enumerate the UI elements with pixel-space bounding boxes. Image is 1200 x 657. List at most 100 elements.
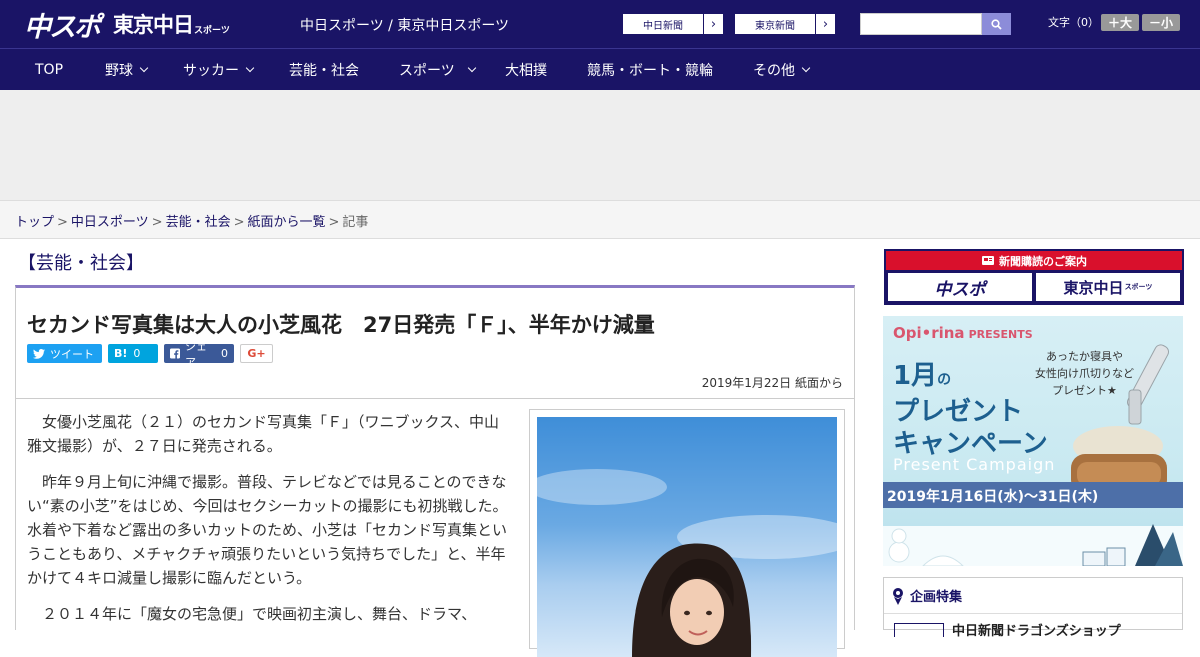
winter-scene-illustration: [888, 524, 1183, 566]
campaign-brand: Opi•rina PRESENTS: [893, 324, 1033, 342]
portrait-illustration: [537, 469, 837, 657]
campaign-headline: 1月の プレゼント キャンペーン: [893, 360, 1048, 460]
tokyo-chunichi-logo: 東京中日: [113, 13, 194, 37]
chuspo-logo: 中スポ: [24, 11, 101, 43]
tweet-label: ツイート: [50, 347, 94, 361]
chevron-right-icon: ›: [703, 14, 723, 34]
article-paragraph: 昨年９月上旬に沖縄で撮影。普段、テレビなどでは見ることのできない“素の小芝”をは…: [27, 473, 508, 587]
twitter-icon: [33, 348, 45, 359]
nail-clipper-icon: [1127, 344, 1169, 425]
nav-item-entertainment[interactable]: 芸能・社会: [289, 49, 359, 91]
breadcrumb-separator: >: [328, 215, 340, 230]
nav-item-soccer[interactable]: サッカー: [183, 49, 255, 91]
nav-item-label: 競馬・ボート・競輪: [587, 63, 713, 79]
facebook-label: シェア: [185, 339, 207, 369]
subscribe-tokyo-chunichi-sub: スポーツ: [1124, 283, 1153, 291]
nav-item-label: 野球: [105, 63, 133, 79]
subscription-heading-label: 新聞購読のご案内: [999, 254, 1087, 268]
article-paragraph: ２０１４年に「魔女の宅急便」で映画初主演し、舞台、ドラマ、: [27, 605, 477, 623]
feature-heading: 企画特集: [884, 578, 1182, 614]
tweet-button[interactable]: ツイート: [27, 344, 102, 363]
article-date: 2019年1月22日 紙面から: [701, 376, 843, 390]
campaign-brand-suffix: PRESENTS: [968, 328, 1033, 341]
hatena-count: 0: [133, 347, 141, 360]
font-bigger-button[interactable]: ＋大: [1101, 14, 1139, 31]
subscription-box[interactable]: 新聞購読のご案内 中スポ 東京中日 スポーツ: [884, 249, 1184, 305]
search-icon: [991, 18, 1002, 30]
article-body: 女優小芝風花（２１）のセカンド写真集「Ｆ」（ワニブックス、中山雅文撮影）が、２７…: [15, 399, 855, 657]
nav-item-baseball[interactable]: 野球: [105, 49, 149, 91]
ribbon-icon: [893, 587, 903, 605]
search-input[interactable]: [860, 13, 982, 35]
chevron-down-icon: [139, 63, 149, 73]
facebook-share-button[interactable]: シェア 0: [164, 340, 234, 369]
hatena-bookmark-button[interactable]: B! 0: [108, 344, 158, 363]
article-title: セカンド写真集は大人の小芝風花 27日発売「Ｆ」、半年かけ減量: [27, 313, 655, 337]
nav-item-label: その他: [753, 63, 795, 79]
nav-item-label: スポーツ: [399, 63, 455, 79]
ad-banner-area: [0, 90, 1200, 200]
breadcrumb-separator: >: [151, 215, 163, 230]
paper-link-label: 中日新聞: [643, 20, 683, 32]
chevron-down-icon: [467, 63, 476, 73]
nav-item-sports[interactable]: スポーツ: [399, 49, 476, 91]
breadcrumb-current: 記事: [342, 215, 369, 230]
subscribe-tokyo-chunichi[interactable]: 東京中日 スポーツ: [1036, 273, 1180, 301]
breadcrumb-separator: >: [233, 215, 245, 230]
section-title: 【芸能・社会】: [18, 253, 144, 274]
feature-box: 企画特集 中日新聞ドラゴンズショップ: [883, 577, 1183, 639]
subscribe-tokyo-chunichi-label: 東京中日: [1063, 278, 1124, 297]
campaign-line2: プレゼント: [893, 397, 1024, 427]
article-header: セカンド写真集は大人の小芝風花 27日発売「Ｆ」、半年かけ減量 ツイート B! 0…: [15, 285, 855, 399]
chevron-down-icon: [245, 63, 255, 73]
header-bar: 中スポ 東京中日 スポーツ 中日スポーツ / 東京中日スポーツ 中日新聞 › 東…: [0, 0, 1200, 48]
nav-item-label: 大相撲: [505, 63, 547, 79]
chevron-down-icon: [801, 63, 811, 73]
article-photo-frame: [529, 409, 845, 657]
chevron-right-icon: ›: [815, 14, 835, 34]
facebook-count: 0: [221, 347, 228, 360]
nav-item-sumo[interactable]: 大相撲: [505, 49, 547, 91]
subscription-heading: 新聞購読のご案内: [886, 251, 1182, 270]
site-names[interactable]: 中日スポーツ / 東京中日スポーツ: [300, 15, 509, 35]
google-plus-icon: G+: [247, 347, 266, 360]
breadcrumb-link-entertainment[interactable]: 芸能・社会: [166, 215, 231, 230]
subscribe-chuspo[interactable]: 中スポ: [888, 273, 1032, 301]
breadcrumb-separator: >: [57, 215, 68, 230]
article-text: 女優小芝風花（２１）のセカンド写真集「Ｆ」（ワニブックス、中山雅文撮影）が、２７…: [27, 410, 513, 638]
search-button[interactable]: [982, 13, 1011, 35]
site-logo[interactable]: 中スポ 東京中日 スポーツ: [24, 8, 230, 43]
breadcrumb-link-paper-list[interactable]: 紙面から一覧: [248, 215, 326, 230]
newspaper-icon: [982, 256, 994, 265]
campaign-banner[interactable]: Opi•rina PRESENTS あったか寝具や 女性向け爪切りなど プレゼント…: [883, 316, 1183, 566]
tokyo-shimbun-link[interactable]: 東京新聞 ›: [734, 13, 836, 35]
breadcrumb-link-chunichi-sports[interactable]: 中日スポーツ: [71, 215, 149, 230]
main-nav: TOP 野球 サッカー 芸能・社会 スポーツ 大相撲 競馬・ボート・競輪 その他: [0, 48, 1200, 90]
chunichi-shimbun-link[interactable]: 中日新聞 ›: [622, 13, 724, 35]
subscription-logos: 中スポ 東京中日 スポーツ: [886, 270, 1182, 304]
article-photo[interactable]: [537, 417, 837, 657]
campaign-month-suffix: の: [937, 372, 952, 388]
feature-heading-label: 企画特集: [910, 590, 963, 605]
campaign-english: Present Campaign: [893, 455, 1056, 474]
breadcrumb-link-top[interactable]: トップ: [15, 215, 54, 230]
facebook-icon: [170, 348, 180, 359]
google-plus-button[interactable]: G+: [240, 344, 273, 363]
nav-item-label: TOP: [35, 62, 64, 78]
nav-item-top[interactable]: TOP: [35, 49, 63, 91]
nav-item-racing[interactable]: 競馬・ボート・競輪: [587, 49, 713, 91]
nav-item-label: 芸能・社会: [289, 63, 359, 79]
campaign-period: 2019年1月16日(水)〜31日(木): [883, 482, 1183, 508]
breadcrumb: トップ > 中日スポーツ > 芸能・社会 > 紙面から一覧 > 記事: [0, 200, 1200, 239]
nav-item-other[interactable]: その他: [753, 49, 811, 91]
campaign-brand-name: Opi•rina: [893, 324, 965, 342]
share-buttons: ツイート B! 0 シェア 0 G+: [27, 340, 273, 369]
font-size-label: 文字（0）: [1048, 16, 1099, 29]
paper-link-label: 東京新聞: [755, 20, 795, 32]
nav-item-label: サッカー: [183, 63, 239, 79]
hatena-icon: B!: [114, 347, 128, 360]
campaign-month: 1月: [893, 361, 938, 391]
font-smaller-button[interactable]: －小: [1142, 14, 1180, 31]
tokyo-chunichi-logo-sub: スポーツ: [194, 25, 230, 36]
article-paragraph: 女優小芝風花（２１）のセカンド写真集「Ｆ」（ワニブックス、中山雅文撮影）が、２７…: [27, 413, 500, 455]
